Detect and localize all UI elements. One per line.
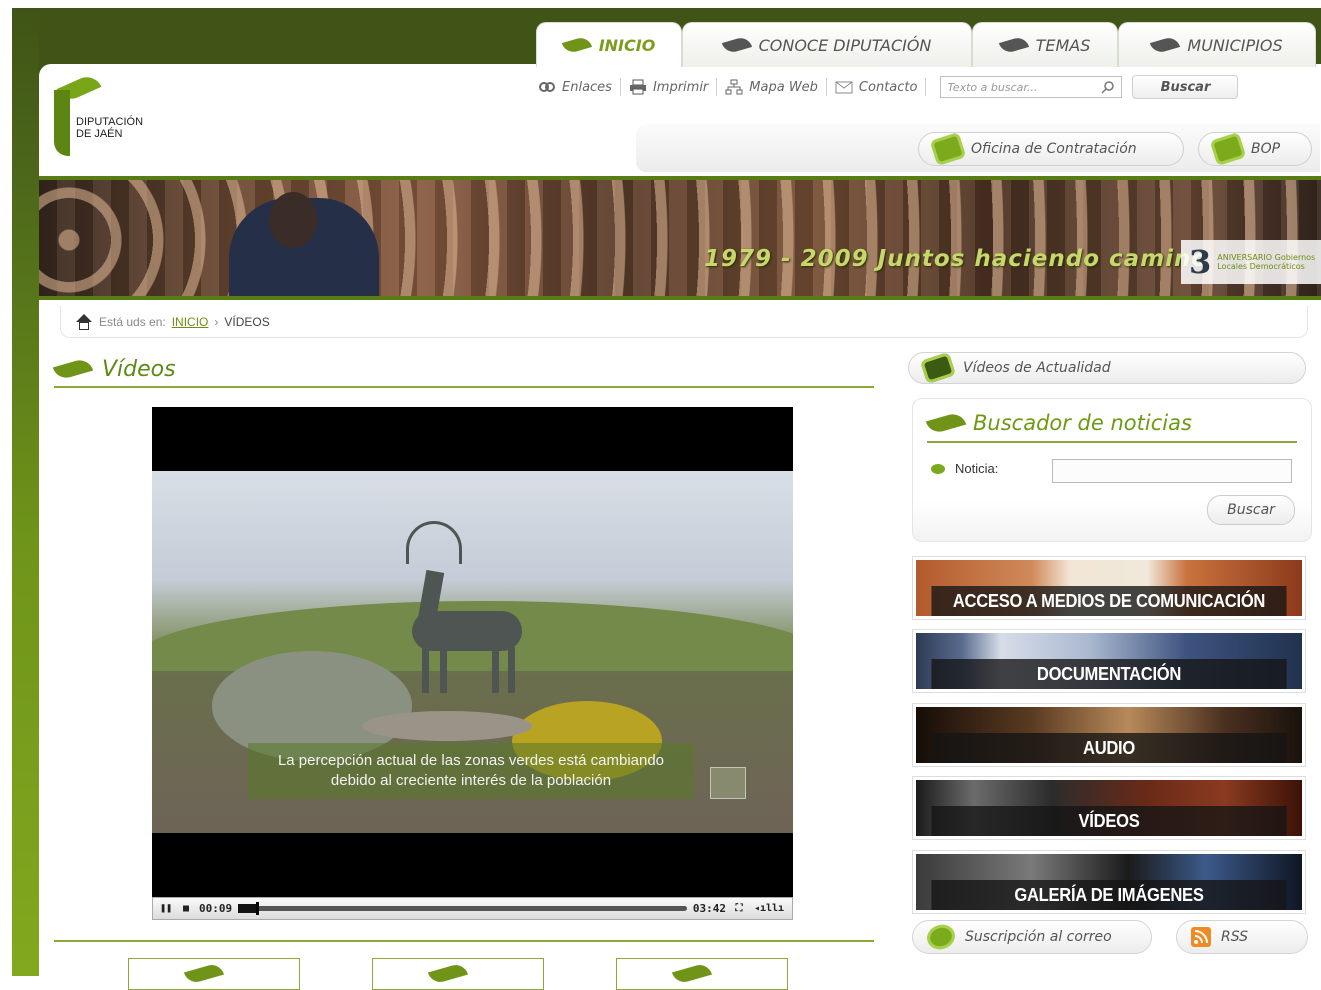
search-button[interactable]: Buscar — [1132, 75, 1239, 99]
leaf-icon — [1150, 35, 1181, 55]
leaf-icon — [925, 411, 967, 435]
anniversary-badge: 3 ANIVERSARIO Gobiernos Locales Democrát… — [1181, 240, 1321, 284]
video-player[interactable]: La percepción actual de las zonas verdes… — [152, 407, 793, 920]
tab-label: TEMAS — [1035, 35, 1091, 55]
leaf-icon — [183, 962, 225, 985]
film-icon — [920, 351, 956, 385]
banner-speaker — [229, 192, 379, 296]
banner-title: 1979 - 2009 Juntos haciendo camino — [704, 246, 1209, 272]
breadcrumb-home-link[interactable]: INICIO — [172, 315, 209, 329]
contract-icon — [929, 132, 967, 166]
related-video-thumb[interactable] — [128, 958, 300, 990]
noticia-input[interactable] — [1052, 459, 1292, 483]
search-icon — [1101, 81, 1115, 94]
contacto-link[interactable]: Contacto — [827, 78, 927, 96]
breadcrumb-current: VÍDEOS — [224, 314, 270, 329]
tab-conoce-diputacion[interactable]: CONOCE DIPUTACIÓN — [682, 22, 972, 67]
video-watermark — [710, 767, 746, 799]
hero-banner: 1979 - 2009 Juntos haciendo camino 3 ANI… — [39, 176, 1321, 300]
pause-icon[interactable]: ❚❚ — [159, 902, 173, 916]
enlaces-link[interactable]: Enlaces — [530, 78, 621, 96]
rss-button[interactable]: RSS — [1176, 920, 1308, 954]
videos-actualidad-button[interactable]: Vídeos de Actualidad — [908, 351, 1306, 385]
logo-text: DIPUTACIÓN DE JAÉN — [76, 116, 144, 140]
links-icon — [539, 82, 555, 92]
logo-j-mark — [54, 90, 70, 156]
tab-label: MUNICIPIOS — [1187, 35, 1283, 55]
bop-button[interactable]: BOP — [1198, 132, 1312, 166]
volume-icon[interactable]: ◂ıllı — [752, 902, 786, 916]
news-search-panel: Buscador de noticias Noticia: Buscar — [912, 398, 1312, 542]
bullet-icon — [931, 463, 945, 474]
oficina-contratacion-button[interactable]: Oficina de Contratación — [918, 132, 1184, 166]
printer-icon — [629, 79, 646, 95]
deer-statue — [392, 521, 532, 701]
imprimir-link[interactable]: Imprimir — [621, 78, 718, 96]
utility-bar: Enlaces Imprimir Mapa Web Contacto Texto… — [530, 70, 1320, 104]
stop-icon[interactable]: ■ — [179, 902, 193, 916]
left-frame-strip — [12, 8, 39, 976]
tab-label: CONOCE DIPUTACIÓN — [758, 35, 932, 55]
leaf-icon — [561, 35, 592, 55]
galeria-imagenes-banner[interactable]: GALERÍA DE IMÁGENES — [912, 850, 1306, 914]
videos-banner[interactable]: VÍDEOS — [912, 776, 1306, 840]
search-input[interactable]: Texto a buscar... — [940, 76, 1123, 98]
noticia-label: Noticia: — [931, 461, 998, 476]
tab-inicio[interactable]: INICIO — [536, 22, 682, 67]
current-time: 00:09 — [199, 902, 233, 915]
fullscreen-icon[interactable]: ⛶ — [732, 902, 746, 916]
video-controls: ❚❚ ■ 00:09 03:42 ⛶ ◂ıllı — [152, 897, 793, 920]
page-title: Vídeos — [52, 352, 874, 388]
suscripcion-correo-button[interactable]: Suscripción al correo — [912, 920, 1152, 954]
leaf-icon — [998, 35, 1029, 55]
sitemap-icon — [725, 79, 743, 95]
duration: 03:42 — [692, 902, 726, 915]
mail-subscribe-icon — [923, 921, 959, 953]
leaf-icon — [52, 357, 94, 381]
envelope-icon — [835, 81, 853, 94]
leaf-icon — [721, 35, 752, 55]
tab-municipios[interactable]: MUNICIPIOS — [1118, 22, 1316, 67]
news-search-button[interactable]: Buscar — [1207, 495, 1295, 525]
audio-banner[interactable]: AUDIO — [912, 703, 1306, 767]
book-icon — [1209, 132, 1247, 166]
related-video-thumb[interactable] — [372, 958, 544, 990]
site-logo[interactable]: DIPUTACIÓN DE JAÉN — [52, 72, 162, 166]
seek-progress — [238, 904, 257, 913]
acceso-medios-banner[interactable]: ACCESO A MEDIOS DE COMUNICACIÓN — [912, 556, 1306, 620]
divider — [54, 940, 874, 942]
breadcrumb: Está uds en: INICIO › VÍDEOS — [60, 306, 1308, 338]
news-search-title: Buscador de noticias — [925, 405, 1297, 443]
seek-handle[interactable] — [256, 902, 260, 915]
tab-label: INICIO — [598, 35, 656, 55]
tab-temas[interactable]: TEMAS — [972, 22, 1118, 67]
video-frame: La percepción actual de las zonas verdes… — [152, 471, 793, 833]
related-video-thumb[interactable] — [616, 958, 788, 990]
mapa-web-link[interactable]: Mapa Web — [717, 78, 827, 96]
leaf-icon — [671, 962, 713, 985]
rss-icon — [1191, 927, 1211, 947]
video-subtitle: La percepción actual de las zonas verdes… — [248, 743, 694, 799]
seek-bar[interactable] — [238, 902, 687, 915]
documentacion-banner[interactable]: DOCUMENTACIÓN — [912, 629, 1306, 693]
leaf-icon — [427, 962, 469, 985]
home-icon — [75, 313, 93, 330]
